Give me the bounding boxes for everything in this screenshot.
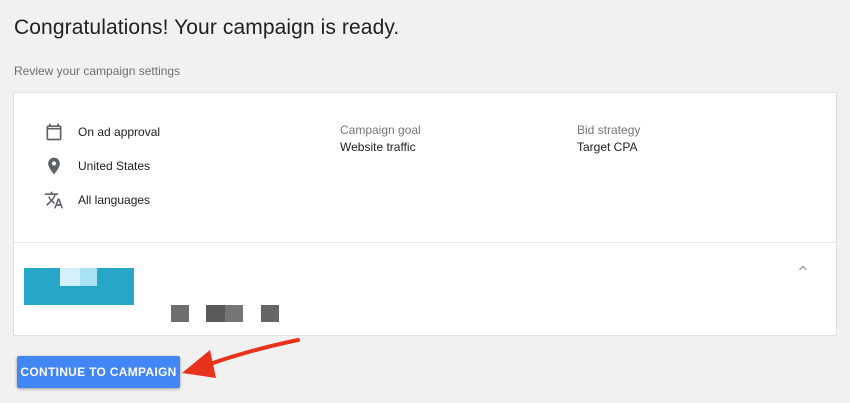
bid-strategy-value: Target CPA: [577, 140, 638, 154]
section-divider: [14, 242, 836, 243]
redacted-logo-image: [24, 268, 134, 305]
collapse-chevron-up-icon[interactable]: [795, 260, 811, 276]
redacted-text-block: [261, 305, 279, 322]
campaign-settings-card: On ad approval United States All languag…: [14, 93, 836, 335]
campaign-goal: Campaign goal Website traffic: [340, 123, 421, 154]
campaign-goal-label: Campaign goal: [340, 123, 421, 137]
bid-strategy: Bid strategy Target CPA: [577, 123, 640, 154]
page-subtitle: Review your campaign settings: [14, 64, 181, 78]
calendar-icon: [43, 121, 65, 143]
schedule-label: On ad approval: [78, 125, 161, 139]
page-title: Congratulations! Your campaign is ready.: [14, 16, 400, 39]
redacted-text-block: [225, 305, 243, 322]
redacted-text-block: [171, 305, 189, 322]
continue-to-campaign-button[interactable]: CONTINUE TO CAMPAIGN: [17, 356, 180, 388]
campaign-ready-page: Congratulations! Your campaign is ready.…: [0, 0, 850, 403]
redacted-text-block: [206, 305, 225, 322]
location-label: United States: [78, 159, 151, 173]
language-label: All languages: [78, 193, 151, 207]
location-pin-icon: [43, 155, 65, 177]
campaign-goal-value: Website traffic: [340, 140, 416, 154]
language-row: All languages: [43, 189, 150, 211]
bid-strategy-label: Bid strategy: [577, 123, 641, 137]
translate-icon: [43, 189, 65, 211]
annotation-arrow-icon: [182, 338, 300, 378]
schedule-row: On ad approval: [43, 121, 160, 143]
location-row: United States: [43, 155, 150, 177]
